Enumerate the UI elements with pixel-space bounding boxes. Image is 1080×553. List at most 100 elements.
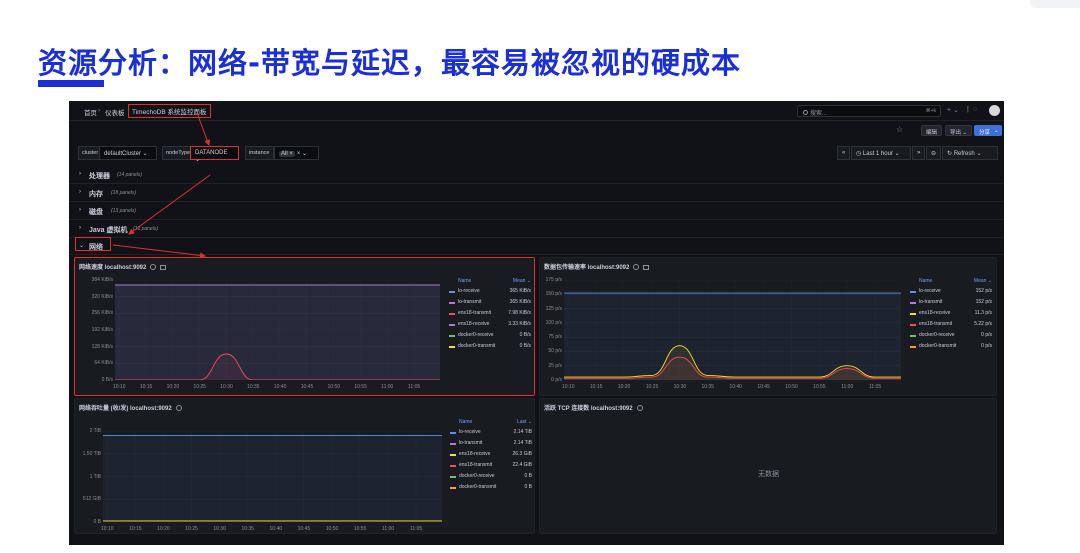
zoom-forward-button[interactable]: » — [912, 146, 926, 160]
legend-swatch — [910, 335, 916, 337]
legend-swatch — [450, 443, 456, 445]
legend-series-value: 0 B — [524, 473, 532, 479]
legend-item[interactable]: ens18-transmit 5.22 p/s — [910, 321, 992, 329]
info-icon[interactable] — [636, 405, 643, 411]
info-icon[interactable] — [175, 405, 182, 411]
network-row-highlight — [75, 237, 111, 251]
star-icon[interactable]: ☆ — [896, 125, 903, 134]
panel-network-speed: 网络速度 localhost:9092 Name Mean ⌄ lo-recei… — [74, 257, 535, 396]
zoom-out-icon[interactable]: ⊖ — [926, 146, 942, 160]
info-icon[interactable] — [633, 264, 640, 270]
x-tick-label: 10:25 — [645, 384, 659, 390]
legend-header-name[interactable]: Name — [458, 278, 471, 284]
panel-title: 网络速度 localhost:9092 — [79, 262, 167, 271]
x-tick-label: 10:55 — [353, 526, 367, 532]
x-tick-label: 10:40 — [269, 526, 283, 532]
legend-series-value: 0 B — [524, 484, 532, 490]
legend-item[interactable]: docker0-receive 0 p/s — [910, 332, 992, 340]
breadcrumb-home[interactable]: 首页 — [84, 107, 97, 117]
legend-item[interactable]: lo-transmit 152 p/s — [910, 299, 992, 307]
row-jvm[interactable]: › Java 虚拟机 (12 panels) — [69, 221, 1004, 238]
row-panel-count: (14 panels) — [117, 172, 143, 178]
panel-tcp-connections: 活跃 TCP 连接数 localhost:9092 无数据 — [539, 398, 997, 534]
legend-header-stat[interactable]: Last ⌄ — [517, 419, 532, 425]
throughput-plot — [103, 431, 442, 522]
y-tick-label: 1 TiB — [89, 473, 101, 480]
legend-item[interactable]: docker0-transmit 0 p/s — [910, 343, 992, 351]
legend-item[interactable]: lo-receive 152 p/s — [910, 288, 992, 296]
legend-item[interactable]: ens18-receive 3.33 KiB/s — [449, 321, 531, 329]
legend-header-stat[interactable]: Mean ⌄ — [513, 278, 531, 284]
search-input[interactable]: 搜索... ⌘+k — [797, 105, 941, 117]
time-range-picker[interactable]: ◷ Last 1 hour ⌄ — [851, 146, 911, 160]
legend-item[interactable]: lo-transmit 2.14 TiB — [450, 440, 532, 448]
legend-item[interactable]: lo-transmit 365 KiB/s — [449, 299, 531, 307]
y-tick-label: 175 p/s — [545, 277, 562, 283]
legend-series-name: docker0-transmit — [459, 484, 497, 490]
legend: Name Mean ⌄ lo-receive 152 p/s lo-transmit… — [910, 278, 992, 350]
info-icon[interactable] — [150, 264, 157, 270]
legend-swatch — [910, 346, 916, 348]
panel-network-throughput: 网络吞吐量 (收/发) localhost:9092 Name Last ⌄ l… — [74, 398, 535, 534]
variable-nodetype-select[interactable]: DATANODE ⌄ — [190, 146, 239, 163]
x-tick-label: 10:15 — [129, 526, 142, 532]
breadcrumb-separator: › — [122, 107, 125, 114]
time-range-label: Last 1 hour ⌄ — [862, 151, 900, 157]
legend-swatch — [910, 302, 916, 304]
panel-link-icon[interactable] — [643, 265, 650, 270]
panel-title: 数据包传输速率 localhost:9092 — [544, 262, 650, 271]
x-tick-label: 11:00 — [381, 384, 394, 390]
legend-header-name[interactable]: Name — [459, 419, 472, 425]
x-tick-label: 10:55 — [354, 384, 367, 390]
x-tick-label: 10:50 — [325, 526, 339, 532]
panel-link-icon[interactable] — [160, 265, 167, 270]
breadcrumb-separator: › — [98, 107, 101, 114]
y-tick-label: 320 KiB/s — [91, 293, 113, 300]
legend-item[interactable]: ens18-transmit 22.4 GiB — [450, 462, 532, 470]
legend-header-name[interactable]: Name — [919, 278, 932, 284]
top-bar: 首页 › 仪表板 › TimechoDB 系统监控面板 搜索... ⌘+k + … — [69, 101, 1004, 121]
legend-item[interactable]: docker0-transmit 0 B/s — [449, 343, 531, 351]
legend-series-name: lo-receive — [459, 429, 481, 435]
x-tick-label: 10:15 — [139, 384, 153, 390]
slide-title: 资源分析：网络-带宽与延迟，最容易被忽视的硬成本 — [38, 46, 742, 80]
instance-chip-all[interactable]: All × — [279, 151, 295, 157]
share-dropdown-chevron-icon[interactable]: ⌄ — [991, 125, 1002, 136]
row-cpu[interactable]: › 处理器 (14 panels) — [69, 167, 1004, 184]
legend-swatch — [450, 432, 456, 434]
instance-clear-icon[interactable]: × ⌄ — [297, 151, 307, 157]
export-button[interactable]: 导出 ⌄ — [945, 125, 973, 136]
breadcrumb-current-dashboard[interactable]: TimechoDB 系统监控面板 — [128, 104, 211, 118]
row-title: 内存 — [89, 191, 103, 198]
legend-item[interactable]: docker0-receive 0 B/s — [449, 332, 531, 340]
legend-item[interactable]: lo-receive 365 KiB/s — [449, 288, 531, 296]
row-memory[interactable]: › 内存 (18 panels) — [69, 185, 1004, 202]
search-shortcut: ⌘+k — [925, 108, 936, 114]
legend-item[interactable]: ens18-receive 11.3 p/s — [910, 310, 992, 318]
x-tick-label: 10:15 — [589, 384, 603, 390]
x-tick-label: 11:00 — [841, 384, 854, 390]
edit-button[interactable]: 编辑 — [921, 125, 943, 136]
legend-item[interactable]: docker0-transmit 0 B — [450, 484, 532, 492]
legend-series-name: ens18-transmit — [458, 310, 492, 316]
legend-series-name: docker0-transmit — [458, 343, 496, 349]
chevron-right-icon: › — [79, 189, 81, 195]
legend-item[interactable]: ens18-receive 26.3 GiB — [450, 451, 532, 459]
help-icon[interactable]: ◌ — [973, 106, 977, 113]
avatar[interactable] — [989, 105, 1000, 116]
legend-item[interactable]: ens18-transmit 7.98 KiB/s — [449, 310, 531, 318]
legend-series-value: 152 p/s — [975, 288, 992, 294]
no-data-message: 无数据 — [758, 471, 779, 478]
variable-cluster-select[interactable]: defaultCluster ⌄ — [99, 146, 157, 160]
legend-item[interactable]: docker0-receive 0 B — [450, 473, 532, 481]
y-tick-label: 0 B/s — [101, 377, 113, 383]
zoom-back-button[interactable]: « — [837, 146, 851, 160]
plus-icon[interactable]: + ⌄ — [947, 106, 959, 114]
variable-instance-select[interactable]: All × × ⌄ — [274, 146, 319, 160]
legend-series-value: 365 KiB/s — [509, 299, 531, 305]
refresh-button[interactable]: ↻ Refresh ⌄ — [942, 146, 998, 160]
row-network[interactable]: ⌄ 网络 — [69, 238, 1004, 255]
legend-header-stat[interactable]: Mean ⌄ — [974, 278, 992, 284]
legend-item[interactable]: lo-receive 2.14 TiB — [450, 429, 532, 437]
row-disk[interactable]: › 磁盘 (13 panels) — [69, 203, 1004, 220]
